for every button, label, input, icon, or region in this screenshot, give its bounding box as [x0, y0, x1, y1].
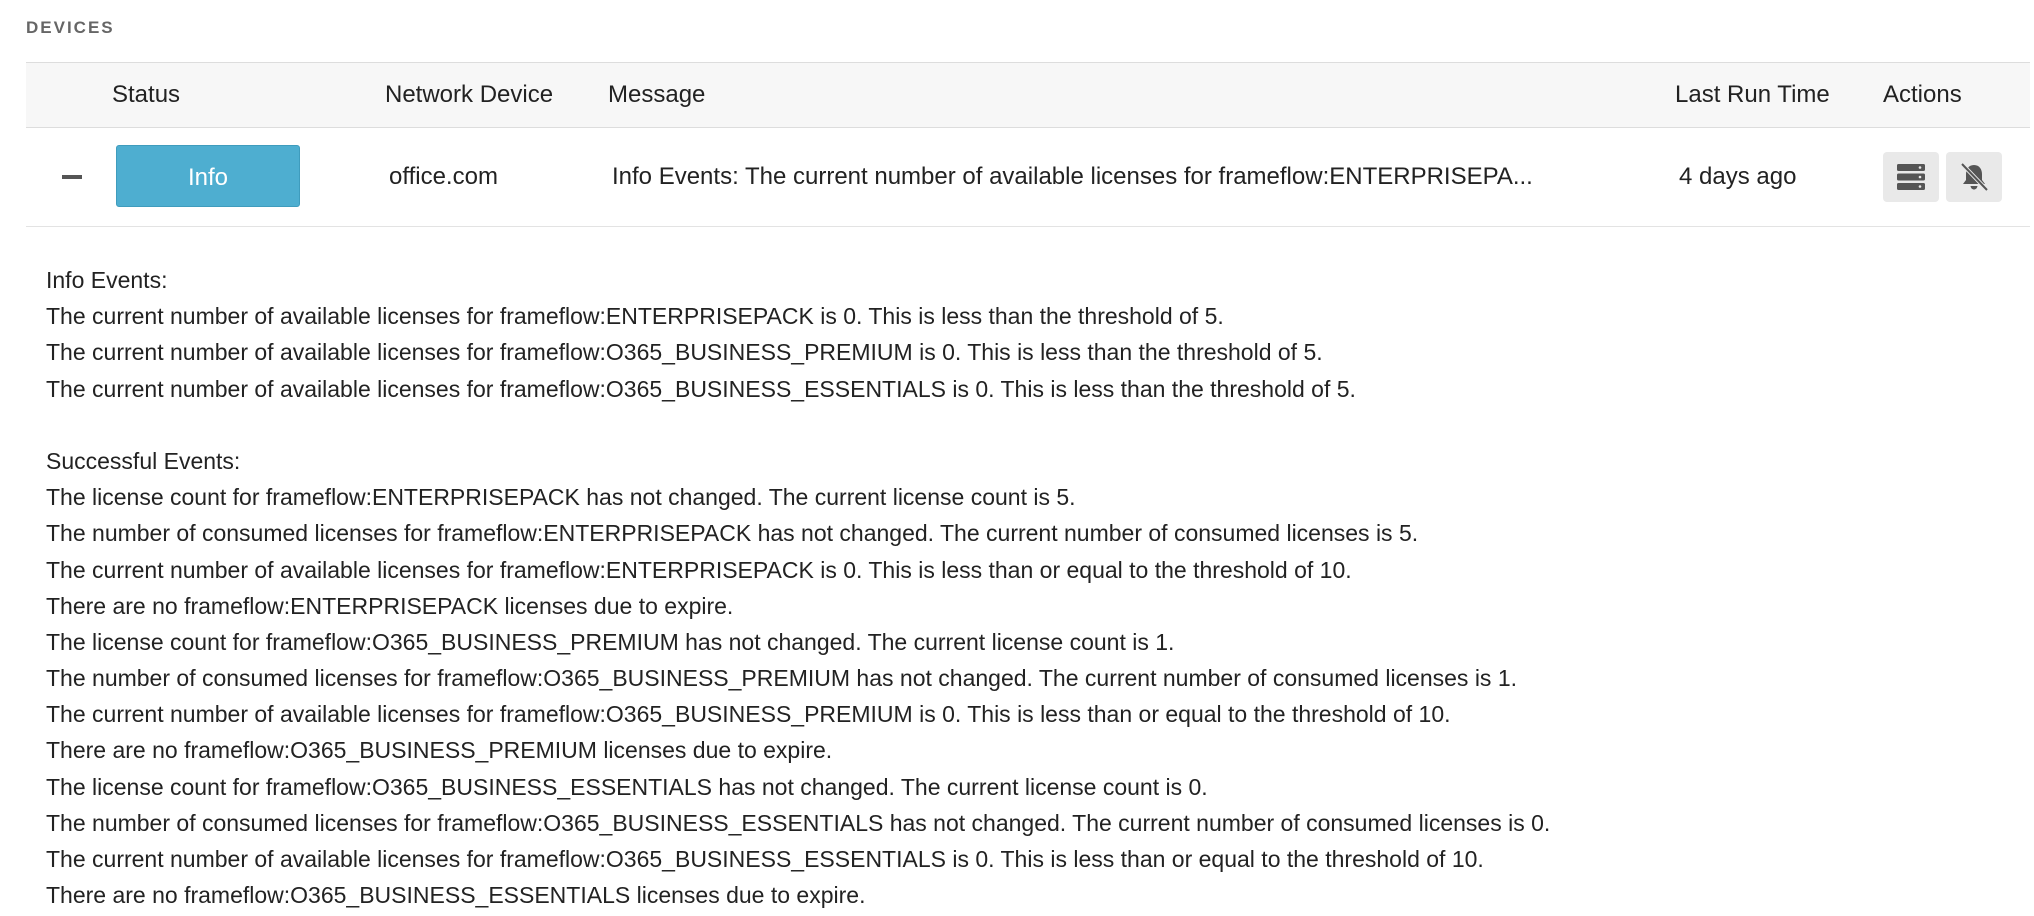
- server-icon: [1897, 164, 1925, 190]
- success-event-line: There are no frameflow:O365_BUSINESS_PRE…: [46, 737, 833, 764]
- success-event-line: The number of consumed licenses for fram…: [46, 809, 1551, 836]
- header-last-run-time[interactable]: Last Run Time: [1675, 63, 1830, 127]
- header-actions: Actions: [1883, 81, 1962, 108]
- status-info-button[interactable]: Info: [116, 145, 300, 207]
- success-event-line: There are no frameflow:O365_BUSINESS_ESS…: [46, 882, 866, 909]
- server-action-button[interactable]: [1883, 152, 1939, 202]
- success-event-line: The current number of available licenses…: [46, 556, 1352, 583]
- success-event-line: The license count for frameflow:O365_BUS…: [46, 773, 1208, 800]
- network-device-cell: office.com: [389, 163, 498, 190]
- section-title: DEVICES: [26, 18, 115, 37]
- table-row: Info office.com Info Events: The current…: [26, 128, 2030, 227]
- success-event-line: The license count for frameflow:ENTERPRI…: [46, 484, 1076, 511]
- event-details: Info Events: The current number of avail…: [46, 262, 1550, 913]
- success-event-line: The number of consumed licenses for fram…: [46, 665, 1518, 692]
- devices-table: Status Network Device Message Last Run T…: [26, 62, 2030, 227]
- success-event-line: The number of consumed licenses for fram…: [46, 520, 1419, 547]
- table-header: Status Network Device Message Last Run T…: [26, 62, 2030, 128]
- header-message[interactable]: Message: [608, 63, 705, 127]
- success-event-line: The current number of available licenses…: [46, 846, 1484, 872]
- info-event-line: The current number of available licenses…: [46, 339, 1323, 366]
- success-event-line: The license count for frameflow:O365_BUS…: [46, 628, 1175, 655]
- successful-events-heading: Successful Events:: [46, 447, 241, 474]
- info-event-line: The current number of available licenses…: [46, 303, 1224, 330]
- header-status[interactable]: Status: [112, 63, 180, 127]
- last-run-time-cell: 4 days ago: [1679, 163, 1797, 190]
- bell-slash-icon: [1960, 162, 1989, 192]
- message-cell: Info Events: The current number of avail…: [612, 163, 1533, 190]
- info-event-line: The current number of available licenses…: [46, 375, 1356, 402]
- header-network-device[interactable]: Network Device: [385, 63, 553, 127]
- mute-action-button[interactable]: [1946, 152, 2002, 202]
- success-event-line: There are no frameflow:ENTERPRISEPACK li…: [46, 592, 734, 619]
- minus-icon[interactable]: [62, 175, 82, 179]
- info-events-heading: Info Events:: [46, 267, 168, 293]
- success-event-line: The current number of available licenses…: [46, 701, 1451, 728]
